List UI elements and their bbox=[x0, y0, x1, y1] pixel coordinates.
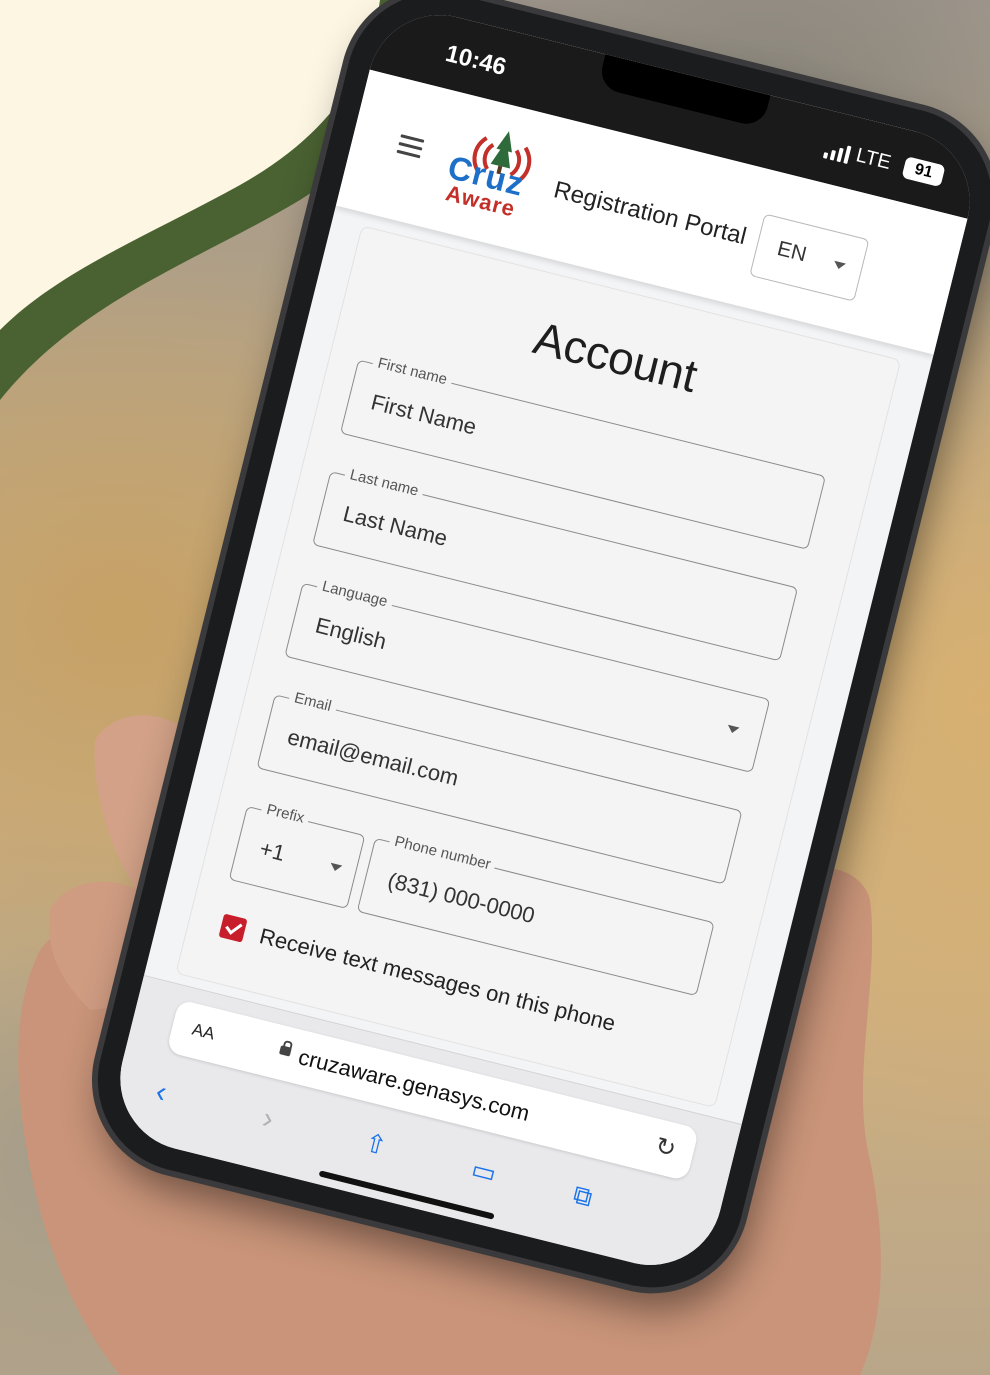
phone-number-input[interactable]: (831) 000-0000 bbox=[385, 868, 537, 930]
chevron-down-icon bbox=[726, 724, 740, 735]
phone-number-label: Phone number bbox=[387, 831, 498, 875]
share-icon[interactable]: ⇧ bbox=[361, 1127, 390, 1162]
text-size-button[interactable]: AA bbox=[190, 1020, 217, 1045]
status-time: 10:46 bbox=[442, 40, 509, 82]
first-name-label: First name bbox=[371, 353, 454, 390]
receive-texts-checkbox[interactable] bbox=[218, 913, 248, 943]
prefix-select[interactable]: Prefix +1 bbox=[228, 799, 366, 910]
prefix-value[interactable]: +1 bbox=[257, 836, 287, 867]
forward-icon[interactable]: › bbox=[259, 1101, 277, 1136]
chevron-down-icon bbox=[329, 862, 343, 873]
language-label: Language bbox=[315, 576, 395, 612]
signal-icon bbox=[822, 140, 852, 164]
last-name-input[interactable]: Last Name bbox=[340, 501, 450, 552]
page-title: Registration Portal bbox=[551, 176, 750, 251]
lock-icon bbox=[278, 1045, 292, 1057]
camera-notch bbox=[597, 54, 771, 129]
account-form: Account First name First Name Last name … bbox=[175, 225, 902, 1108]
language-select-value: EN bbox=[774, 236, 809, 267]
language-select[interactable]: EN bbox=[749, 213, 870, 302]
chevron-down-icon bbox=[832, 260, 846, 271]
first-name-input[interactable]: First Name bbox=[368, 389, 479, 440]
email-input[interactable]: email@email.com bbox=[285, 724, 461, 792]
back-icon[interactable]: ‹ bbox=[152, 1075, 170, 1110]
reload-icon[interactable]: ↻ bbox=[652, 1131, 679, 1164]
battery-icon: 91 bbox=[901, 156, 946, 188]
hamburger-menu-icon[interactable] bbox=[395, 129, 425, 163]
network-label: LTE bbox=[853, 144, 894, 175]
tabs-icon[interactable]: ⧉ bbox=[570, 1179, 595, 1215]
prefix-label: Prefix bbox=[259, 799, 311, 828]
email-label: Email bbox=[287, 688, 338, 717]
bookmarks-icon[interactable]: ▭ bbox=[468, 1153, 499, 1189]
language-value[interactable]: English bbox=[313, 612, 389, 655]
last-name-label: Last name bbox=[343, 465, 426, 501]
